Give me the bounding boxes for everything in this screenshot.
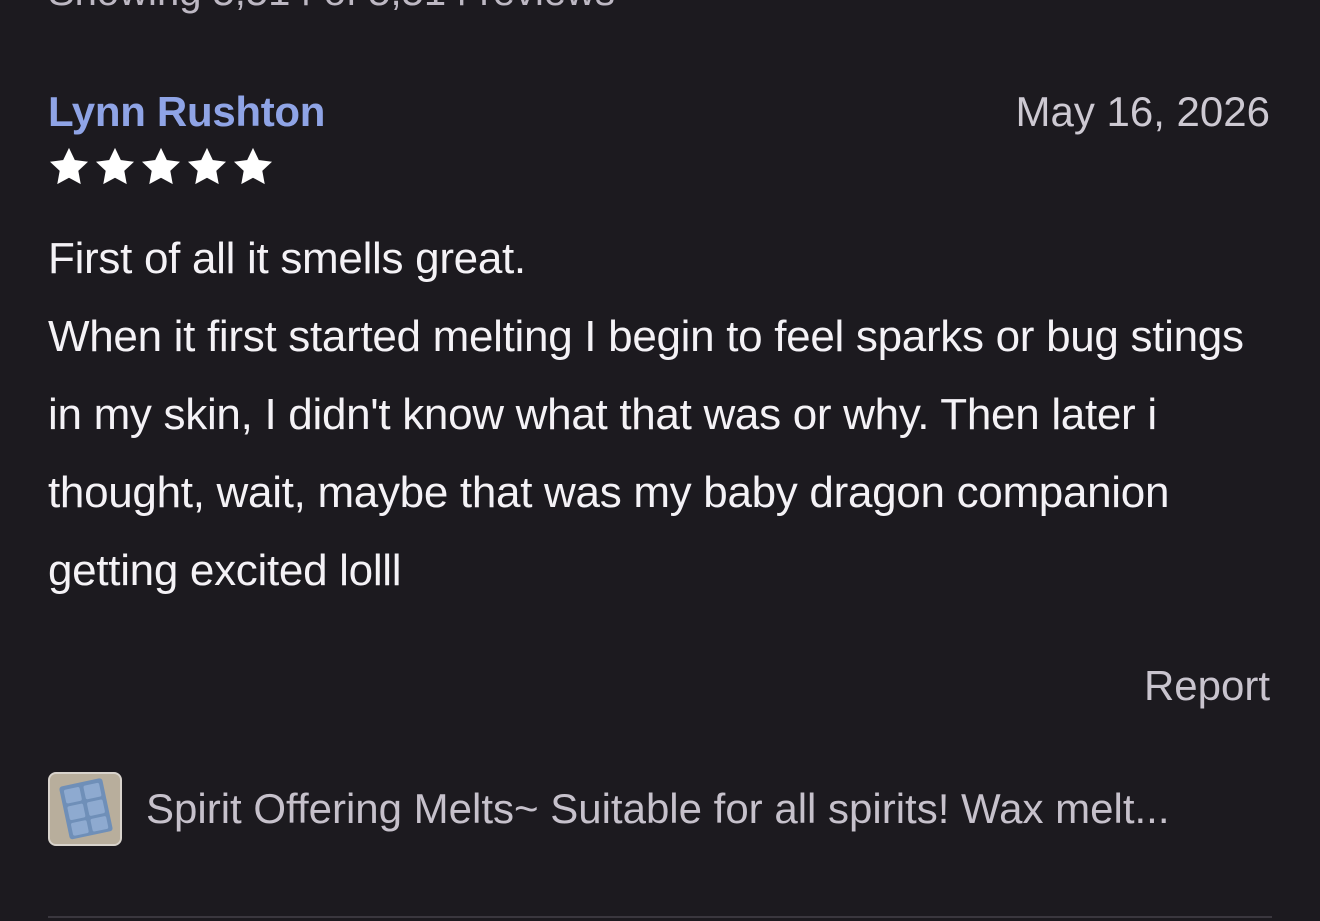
review-date: May 16, 2026	[1015, 88, 1270, 135]
divider	[48, 916, 1272, 918]
review-card: Lynn Rushton May 16, 2026 First of all i…	[48, 88, 1270, 610]
reviewed-product-link[interactable]: Spirit Offering Melts~ Suitable for all …	[48, 772, 1260, 846]
reviews-count-header: Showing 5,514 of 5,514 reviews	[48, 0, 615, 15]
star-icon	[187, 147, 227, 185]
star-icon	[95, 147, 135, 185]
report-button[interactable]: Report	[1144, 662, 1270, 709]
star-rating	[48, 144, 1270, 190]
review-text-line-2: When it first started melting I begin to…	[48, 312, 1256, 595]
product-title: Spirit Offering Melts~ Suitable for all …	[146, 785, 1170, 832]
reviewer-name-link[interactable]: Lynn Rushton	[48, 88, 325, 136]
star-icon	[49, 147, 89, 185]
review-text-line-1: First of all it smells great.	[48, 234, 526, 283]
star-icon	[141, 147, 181, 185]
star-icon	[233, 147, 273, 185]
wax-melt-icon	[50, 774, 120, 844]
report-row: Report	[1144, 662, 1270, 710]
review-body: First of all it smells great. When it fi…	[48, 220, 1270, 610]
wax-melt-product-thumbnail	[48, 772, 122, 846]
review-header: Lynn Rushton May 16, 2026	[48, 88, 1270, 136]
